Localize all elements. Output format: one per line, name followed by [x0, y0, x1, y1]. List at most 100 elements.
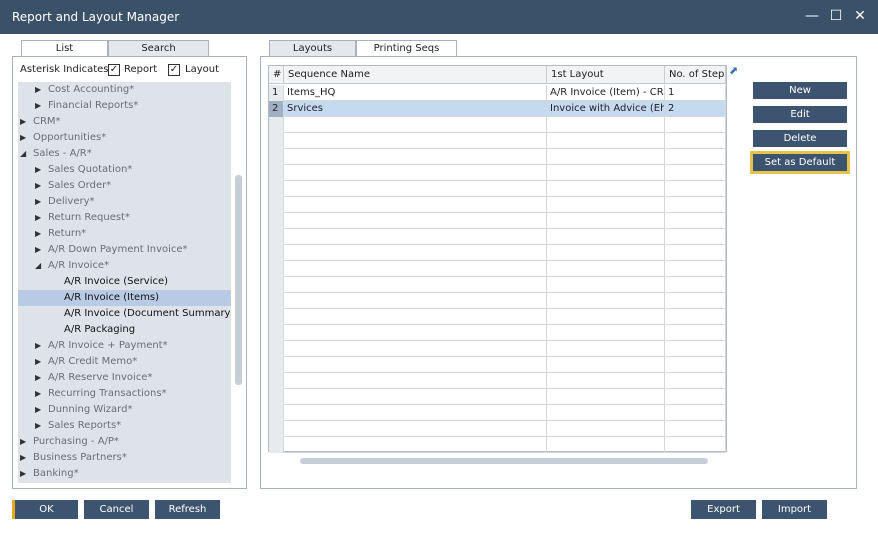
first-layout-cell[interactable]: [547, 373, 665, 389]
tree-item[interactable]: ▶ Return*: [18, 226, 231, 242]
sequence-name-cell[interactable]: [284, 325, 547, 341]
expand-arrow-icon[interactable]: ▶: [35, 178, 43, 194]
steps-cell[interactable]: [665, 165, 726, 181]
steps-cell[interactable]: [665, 373, 726, 389]
tree-item[interactable]: ▶ Cost Accounting*: [18, 82, 231, 98]
tree-item[interactable]: ▶ Financial Reports*: [18, 98, 231, 114]
first-layout-cell[interactable]: [547, 325, 665, 341]
tree-item[interactable]: ▶ Sales Order*: [18, 178, 231, 194]
table-row[interactable]: [269, 197, 726, 213]
table-row[interactable]: [269, 165, 726, 181]
first-layout-cell[interactable]: [547, 277, 665, 293]
refresh-button[interactable]: Refresh: [155, 500, 220, 519]
sequence-name-cell[interactable]: [284, 117, 547, 133]
table-row[interactable]: [269, 213, 726, 229]
steps-cell[interactable]: [665, 261, 726, 277]
column-header-1st-layout[interactable]: 1st Layout: [547, 66, 665, 84]
tree-item[interactable]: ▶ Purchasing - A/P*: [18, 434, 231, 450]
report-checkbox[interactable]: ✓: [108, 64, 120, 76]
grid-horizontal-scrollbar[interactable]: [300, 458, 708, 464]
steps-cell[interactable]: [665, 149, 726, 165]
tree-item[interactable]: A/R Invoice (Document Summary): [18, 306, 231, 322]
set-as-default-button[interactable]: Set as Default: [750, 151, 850, 174]
tree-item[interactable]: ◢ A/R Invoice*: [18, 258, 231, 274]
first-layout-cell[interactable]: [547, 245, 665, 261]
tab-printing-seqs[interactable]: Printing Seqs: [356, 40, 457, 57]
sequence-name-cell[interactable]: [284, 357, 547, 373]
table-row[interactable]: [269, 437, 726, 453]
edit-button[interactable]: Edit: [753, 106, 847, 123]
sequence-name-cell[interactable]: [284, 421, 547, 437]
first-layout-cell[interactable]: [547, 389, 665, 405]
tree-item[interactable]: ▶ Delivery*: [18, 194, 231, 210]
table-row[interactable]: [269, 389, 726, 405]
tree-item[interactable]: ▶ Return Request*: [18, 210, 231, 226]
table-row[interactable]: [269, 325, 726, 341]
expand-arrow-icon[interactable]: ▶: [20, 114, 28, 130]
steps-cell[interactable]: [665, 117, 726, 133]
first-layout-cell[interactable]: [547, 261, 665, 277]
steps-cell[interactable]: 1: [665, 85, 726, 101]
first-layout-cell[interactable]: [547, 213, 665, 229]
steps-cell[interactable]: [665, 357, 726, 373]
table-row[interactable]: [269, 245, 726, 261]
sequence-name-cell[interactable]: [284, 149, 547, 165]
first-layout-cell[interactable]: [547, 405, 665, 421]
column-header-sequence-name[interactable]: Sequence Name: [284, 66, 547, 84]
first-layout-cell[interactable]: A/R Invoice (Item) - CR (: [547, 85, 665, 101]
table-row[interactable]: [269, 117, 726, 133]
export-button[interactable]: Export: [691, 500, 756, 519]
expand-arrow-icon[interactable]: ▶: [20, 466, 28, 482]
tab-list[interactable]: List: [21, 40, 108, 57]
sequence-name-cell[interactable]: [284, 181, 547, 197]
first-layout-cell[interactable]: [547, 197, 665, 213]
expand-arrow-icon[interactable]: ▶: [35, 98, 43, 114]
sequence-name-cell[interactable]: [284, 133, 547, 149]
tab-search[interactable]: Search: [108, 40, 209, 56]
column-header-number[interactable]: #: [269, 66, 284, 84]
sequence-name-cell[interactable]: [284, 197, 547, 213]
sequence-name-cell[interactable]: [284, 165, 547, 181]
expand-arrow-icon[interactable]: ▶: [35, 210, 43, 226]
steps-cell[interactable]: [665, 405, 726, 421]
steps-cell[interactable]: [665, 325, 726, 341]
steps-cell[interactable]: [665, 421, 726, 437]
table-row[interactable]: [269, 261, 726, 277]
steps-cell[interactable]: [665, 309, 726, 325]
sequence-name-cell[interactable]: [284, 405, 547, 421]
table-row[interactable]: [269, 133, 726, 149]
maximize-icon[interactable]: ☐: [826, 6, 846, 26]
delete-button[interactable]: Delete: [753, 130, 847, 147]
table-row[interactable]: [269, 277, 726, 293]
first-layout-cell[interactable]: [547, 133, 665, 149]
first-layout-cell[interactable]: [547, 117, 665, 133]
steps-cell[interactable]: [665, 197, 726, 213]
steps-cell[interactable]: [665, 229, 726, 245]
sequence-name-cell[interactable]: [284, 341, 547, 357]
import-button[interactable]: Import: [762, 500, 827, 519]
tree-item[interactable]: ▶ Recurring Transactions*: [18, 386, 231, 402]
steps-cell[interactable]: [665, 277, 726, 293]
sequence-name-cell[interactable]: [284, 245, 547, 261]
tree-item[interactable]: ◢ Sales - A/R*: [18, 146, 231, 162]
sequence-name-cell[interactable]: [284, 293, 547, 309]
table-row[interactable]: 2 Srvices Invoice with Advice (EhP 2: [269, 101, 726, 117]
tree-item[interactable]: A/R Invoice (Items): [18, 290, 231, 306]
sequence-name-cell[interactable]: [284, 229, 547, 245]
table-row[interactable]: [269, 309, 726, 325]
cancel-button[interactable]: Cancel: [84, 500, 149, 519]
expand-arrow-icon[interactable]: ▶: [35, 242, 43, 258]
first-layout-cell[interactable]: [547, 181, 665, 197]
expand-arrow-icon[interactable]: ▶: [35, 354, 43, 370]
new-button[interactable]: New: [753, 82, 847, 99]
tree-item[interactable]: ▶ A/R Invoice + Payment*: [18, 338, 231, 354]
steps-cell[interactable]: [665, 389, 726, 405]
table-row[interactable]: [269, 405, 726, 421]
table-row[interactable]: [269, 421, 726, 437]
first-layout-cell[interactable]: [547, 149, 665, 165]
column-header-no-of-steps[interactable]: No. of Steps: [665, 66, 726, 84]
tree-item[interactable]: A/R Invoice (Service): [18, 274, 231, 290]
first-layout-cell[interactable]: [547, 357, 665, 373]
expand-arrow-icon[interactable]: ▶: [20, 130, 28, 146]
steps-cell[interactable]: [665, 293, 726, 309]
